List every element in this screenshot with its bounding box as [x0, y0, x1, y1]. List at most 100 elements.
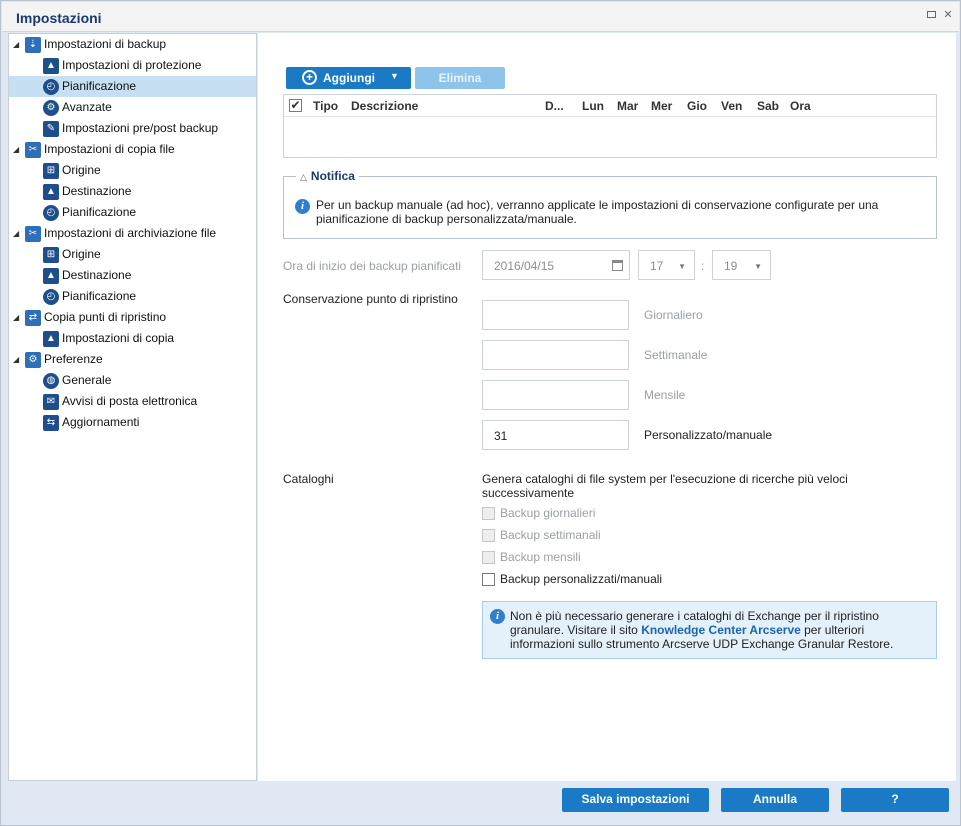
tree-item-copy-recovery-points[interactable]: ◢ ⇄ Copia punti di ripristino: [9, 307, 256, 328]
info-icon: i: [490, 609, 505, 624]
copy-settings-icon: ▲: [43, 331, 59, 347]
destination-icon: ▲: [43, 184, 59, 200]
tree-item-pre-post-backup[interactable]: ✎ Impostazioni pre/post backup: [9, 118, 256, 139]
custom-label: Personalizzato/manuale: [644, 428, 773, 442]
title-bar: Impostazioni ✕: [2, 2, 959, 32]
column-header-wednesday[interactable]: Mer: [651, 99, 672, 113]
tree-item-backup-schedule[interactable]: ◴ Pianificazione: [9, 76, 256, 97]
backup-settings-icon: ⇣: [25, 37, 41, 53]
tree-item-preferences[interactable]: ◢ ⚙ Preferenze: [9, 349, 256, 370]
info-icon: i: [295, 199, 310, 214]
weekly-retention-input[interactable]: [482, 340, 629, 370]
column-header-sunday[interactable]: D...: [545, 99, 564, 113]
schedule-grid: ✔ Tipo Descrizione D... Lun Mar Mer Gio …: [283, 94, 937, 158]
dropdown-arrow-icon: ▼: [678, 262, 686, 271]
exchange-info-text: Non è più necessario generare i catalogh…: [510, 609, 894, 651]
column-header-monday[interactable]: Lun: [582, 99, 604, 113]
tree-item-protection-settings[interactable]: ▲ Impostazioni di protezione: [9, 55, 256, 76]
weekly-label: Settimanale: [644, 348, 708, 362]
column-header-saturday[interactable]: Sab: [757, 99, 779, 113]
collapse-arrow-icon[interactable]: ◢: [13, 307, 19, 328]
tree-item-email-alerts[interactable]: ✉ Avvisi di posta elettronica: [9, 391, 256, 412]
minute-select: 19 ▼: [712, 250, 771, 280]
collapse-arrow-icon[interactable]: ◢: [13, 139, 19, 160]
updates-icon: ⇆: [43, 415, 59, 431]
tree-item-file-copy-settings[interactable]: ◢ ✂ Impostazioni di copia file: [9, 139, 256, 160]
dropdown-arrow-icon: ▼: [390, 71, 399, 81]
plus-circle-icon: +: [302, 70, 317, 85]
wrench-icon: ✎: [43, 121, 59, 137]
daily-retention-input[interactable]: [482, 300, 629, 330]
window-title: Impostazioni: [16, 10, 102, 26]
catalogs-label: Cataloghi: [283, 472, 334, 486]
collapse-arrow-icon[interactable]: ◢: [13, 223, 19, 244]
restore-icon[interactable]: [926, 9, 938, 21]
weekly-catalog-checkbox: [482, 529, 495, 542]
notification-box: △ Notifica i Per un backup manuale (ad ho…: [283, 169, 937, 239]
source-icon: ⊞: [43, 247, 59, 263]
tree-item-file-archive-settings[interactable]: ◢ ✂ Impostazioni di archiviazione file: [9, 223, 256, 244]
email-icon: ✉: [43, 394, 59, 410]
column-header-tuesday[interactable]: Mar: [617, 99, 638, 113]
notification-title: Notifica: [310, 169, 355, 183]
tree-item-updates[interactable]: ⇆ Aggiornamenti: [9, 412, 256, 433]
tree-item-file-copy-schedule[interactable]: ◴ Pianificazione: [9, 202, 256, 223]
custom-retention-input[interactable]: 31: [482, 420, 629, 450]
schedule-icon: ◴: [43, 289, 59, 305]
tree-item-backup-settings[interactable]: ◢ ⇣ Impostazioni di backup: [9, 34, 256, 55]
grid-header: ✔ Tipo Descrizione D... Lun Mar Mer Gio …: [284, 95, 936, 117]
file-archive-icon: ✂: [25, 226, 41, 242]
globe-icon: ◍: [43, 373, 59, 389]
start-date-field: 2016/04/15: [482, 250, 630, 280]
cancel-button[interactable]: Annulla: [721, 788, 829, 812]
preferences-icon: ⚙: [25, 352, 41, 368]
settings-tree: ◢ ⇣ Impostazioni di backup ▲ Impostazion…: [8, 33, 257, 781]
tree-item-file-archive-schedule[interactable]: ◴ Pianificazione: [9, 286, 256, 307]
tree-item-file-archive-source[interactable]: ⊞ Origine: [9, 244, 256, 265]
source-icon: ⊞: [43, 163, 59, 179]
close-icon[interactable]: ✕: [942, 9, 954, 21]
delete-button: Elimina: [415, 67, 505, 89]
dropdown-arrow-icon: ▼: [754, 262, 762, 271]
daily-label: Giornaliero: [644, 308, 703, 322]
advanced-icon: ⚙: [43, 100, 59, 116]
help-button[interactable]: ?: [841, 788, 949, 812]
tree-item-file-copy-source[interactable]: ⊞ Origine: [9, 160, 256, 181]
monthly-label: Mensile: [644, 388, 686, 402]
exchange-info-box: i Non è più necessario generare i catalo…: [482, 601, 937, 659]
hour-select: 17 ▼: [638, 250, 695, 280]
column-header-type[interactable]: Tipo: [313, 99, 338, 113]
tree-item-file-archive-destination[interactable]: ▲ Destinazione: [9, 265, 256, 286]
tree-item-advanced[interactable]: ⚙ Avanzate: [9, 97, 256, 118]
column-header-thursday[interactable]: Gio: [687, 99, 707, 113]
calendar-icon: [612, 260, 623, 271]
notification-legend[interactable]: △ Notifica: [296, 169, 359, 183]
schedule-icon: ◴: [43, 79, 59, 95]
schedule-panel: + Aggiungi ▼ Elimina ✔ Tipo Descrizione …: [258, 33, 956, 781]
tree-item-file-copy-destination[interactable]: ▲ Destinazione: [9, 181, 256, 202]
collapse-arrow-icon[interactable]: ◢: [13, 34, 19, 55]
select-all-checkbox[interactable]: ✔: [289, 99, 302, 112]
monthly-catalog-checkbox: [482, 551, 495, 564]
knowledge-center-link[interactable]: Knowledge Center Arcserve: [641, 623, 801, 637]
tree-item-copy-settings[interactable]: ▲ Impostazioni di copia: [9, 328, 256, 349]
notification-text: Per un backup manuale (ad hoc), verranno…: [316, 198, 879, 226]
column-header-friday[interactable]: Ven: [721, 99, 742, 113]
settings-window: Impostazioni ✕ ◢ ⇣ Impostazioni di backu…: [0, 0, 961, 826]
collapse-arrow-icon[interactable]: ◢: [13, 349, 19, 370]
monthly-retention-input[interactable]: [482, 380, 629, 410]
start-time-label: Ora di inizio dei backup pianificati: [283, 259, 462, 273]
daily-catalog-checkbox: [482, 507, 495, 520]
add-button[interactable]: + Aggiungi ▼: [286, 67, 411, 89]
column-header-time[interactable]: Ora: [790, 99, 811, 113]
copy-recovery-points-icon: ⇄: [25, 310, 41, 326]
tree-item-general[interactable]: ◍ Generale: [9, 370, 256, 391]
custom-catalog-checkbox[interactable]: [482, 573, 495, 586]
column-header-description[interactable]: Descrizione: [351, 99, 418, 113]
schedule-icon: ◴: [43, 205, 59, 221]
collapse-triangle-icon: △: [300, 172, 307, 182]
file-copy-icon: ✂: [25, 142, 41, 158]
save-settings-button[interactable]: Salva impostazioni: [562, 788, 709, 812]
retention-label: Conservazione punto di ripristino: [283, 292, 458, 306]
footer-bar: Salva impostazioni Annulla ?: [2, 782, 959, 825]
